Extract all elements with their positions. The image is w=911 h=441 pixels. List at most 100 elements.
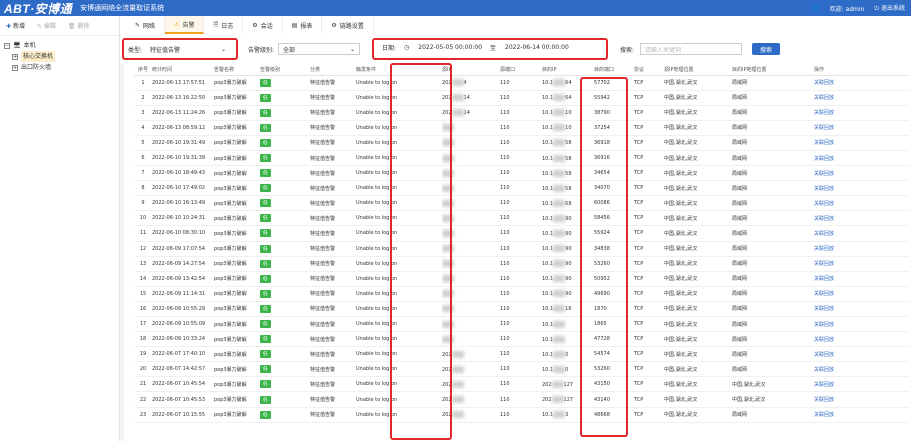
dst-ip-column-highlight <box>580 77 628 437</box>
row-dst-ip-prefix: 10.1 <box>542 336 554 343</box>
delete-device-button[interactable]: 🗑 删除 <box>68 21 90 30</box>
replay-link[interactable]: 关联回放 <box>814 306 834 312</box>
device-panel: ✚ 新增 ✎ 编辑 🗑 删除 − 🖥 本机 + 核心交换机 + 出口防火墙 <box>0 16 120 441</box>
replay-link[interactable]: 关联回放 <box>814 140 834 146</box>
row-alarm-name: pop3暴力破解 <box>214 170 247 177</box>
row-alarm-name: pop3暴力破解 <box>214 336 247 343</box>
search-button[interactable]: 搜索 <box>752 43 780 55</box>
type-filter-highlight <box>122 38 238 60</box>
table-row[interactable]: 17 2022-06-09 10:55:09 pop3暴力破解低特征值告警 Unabl… <box>134 316 909 333</box>
panel-scrollbar[interactable] <box>120 64 124 441</box>
replay-link[interactable]: 关联回放 <box>814 412 834 418</box>
row-dst-ip-suffix: 10 <box>565 125 572 132</box>
warning-icon: ⚠ <box>174 20 180 28</box>
collapse-icon[interactable]: − <box>4 42 10 49</box>
tab-report[interactable]: ▤ 报表 <box>283 16 323 34</box>
tree-item-label: 核心交换机 <box>21 51 56 62</box>
row-alarm-name: pop3暴力破解 <box>214 366 247 373</box>
table-row[interactable]: 14 2022-06-09 13:42:54 pop3暴力破解低特征值告警 Unabl… <box>134 271 909 287</box>
add-device-button[interactable]: ✚ 新增 <box>6 21 25 30</box>
table-row[interactable]: 3 2022-06-13 11:24:26 pop3暴力破解低特征值告警 Unable… <box>134 105 909 121</box>
table-row[interactable]: 23 2022-06-07 10:15:55 pop3暴力破解低特征值告警 Unabl… <box>134 407 909 423</box>
replay-link[interactable]: 关联回放 <box>814 322 834 328</box>
edit-device-button[interactable]: ✎ 编辑 <box>37 21 56 30</box>
replay-link[interactable]: 关联回放 <box>814 95 834 101</box>
table-row[interactable]: 9 2022-06-10 16:13:49 pop3暴力破解低特征值告警 Unable… <box>134 195 909 212</box>
table-row[interactable]: 20 2022-06-07 14:42:57 pop3暴力破解低特征值告警 Unabl… <box>134 361 909 378</box>
table-row[interactable]: 13 2022-06-09 14:27:54 pop3暴力破解低特征值告警 Unabl… <box>134 256 909 272</box>
tree-item-core-switch[interactable]: + 核心交换机 <box>4 51 115 62</box>
replay-link[interactable]: 关联回放 <box>814 261 834 267</box>
redacted-mask <box>553 139 566 147</box>
level-badge: 低 <box>260 259 271 268</box>
row-protocol: TCP <box>634 155 644 162</box>
table-row[interactable]: 7 2022-06-10 18:49:43 pop3暴力破解低特征值告警 Unable… <box>134 165 909 182</box>
level-select[interactable]: 全部 ⌄ <box>278 43 361 55</box>
search-input[interactable]: 请输入关键词 <box>640 43 743 55</box>
date-filter-highlight <box>372 38 608 60</box>
tab-log[interactable]: 🗎 日志 <box>204 16 244 34</box>
replay-link[interactable]: 关联回放 <box>814 367 834 373</box>
row-protocol: TCP <box>634 139 644 146</box>
redacted-mask <box>553 94 566 102</box>
table-row[interactable]: 19 2022-06-07 17:40:10 pop3暴力破解低特征值告警 Unabl… <box>134 346 909 363</box>
tree-root[interactable]: − 🖥 本机 <box>4 40 115 51</box>
table-row[interactable]: 2 2022-06-13 16:22:50 pop3暴力破解低特征值告警 Unable… <box>134 90 909 106</box>
replay-link[interactable]: 关联回放 <box>814 156 834 162</box>
replay-link[interactable]: 关联回放 <box>814 397 834 403</box>
replay-link[interactable]: 关联回放 <box>814 171 834 177</box>
replay-link[interactable]: 关联回放 <box>814 291 834 297</box>
table-row[interactable]: 21 2022-06-07 10:45:54 pop3暴力破解低特征值告警 Unabl… <box>134 376 909 393</box>
expand-icon[interactable]: + <box>12 53 18 60</box>
row-dst-ip-prefix: 10.1 <box>542 366 554 373</box>
row-protocol: TCP <box>634 215 644 222</box>
row-protocol: TCP <box>634 245 644 252</box>
table-row[interactable]: 10 2022-06-10 10:24:31 pop3暴力破解低特征值告警 Unabl… <box>134 210 909 227</box>
table-row[interactable]: 22 2022-06-07 10:45:53 pop3暴力破解低特征值告警 Unabl… <box>134 391 909 408</box>
replay-link[interactable]: 关联回放 <box>814 186 834 192</box>
search-label: 搜索: <box>620 46 635 54</box>
redacted-mask <box>553 109 566 117</box>
row-time: 2022-06-13 16:22:50 <box>152 94 206 101</box>
row-index: 13 <box>139 260 147 267</box>
row-dst-geo: 中国,湖北,武汉 <box>732 397 766 404</box>
replay-link[interactable]: 关联回放 <box>814 125 834 131</box>
redacted-mask <box>553 290 566 298</box>
table-row[interactable]: 15 2022-06-09 11:14:31 pop3暴力破解低特征值告警 Unabl… <box>134 286 909 302</box>
replay-link[interactable]: 关联回放 <box>814 110 834 116</box>
row-dst-geo: 局域网 <box>732 306 748 313</box>
logout-button[interactable]: ⏻ 退出系统 <box>874 3 905 13</box>
tab-alarm[interactable]: ⚠ 告警 <box>165 16 205 34</box>
replay-link[interactable]: 关联回放 <box>814 337 834 343</box>
table-row[interactable]: 8 2022-06-10 17:49:02 pop3暴力破解低特征值告警 Unable… <box>134 180 909 197</box>
table-row[interactable]: 16 2022-06-09 10:55:29 pop3暴力破解低特征值告警 Unabl… <box>134 301 909 318</box>
tab-network[interactable]: ✎ 网络 <box>126 16 166 34</box>
replay-link[interactable]: 关联回放 <box>814 80 834 86</box>
table-row[interactable]: 4 2022-06-13 08:59:12 pop3暴力破解低特征值告警 Unable… <box>134 120 909 136</box>
replay-link[interactable]: 关联回放 <box>814 352 834 358</box>
replay-link[interactable]: 关联回放 <box>814 216 834 222</box>
table-row[interactable]: 18 2022-06-09 10:33:24 pop3暴力破解低特征值告警 Unabl… <box>134 331 909 348</box>
row-src-port: 110 <box>500 290 510 297</box>
row-dst-geo: 局域网 <box>732 276 748 283</box>
replay-link[interactable]: 关联回放 <box>814 201 834 207</box>
replay-link[interactable]: 关联回放 <box>814 276 834 282</box>
tab-session[interactable]: ⚙ 会话 <box>243 16 283 34</box>
tree-item-firewall[interactable]: + 出口防火墙 <box>4 62 115 73</box>
replay-link[interactable]: 关联回放 <box>814 382 834 388</box>
row-time: 2022-06-07 14:42:57 <box>152 366 206 373</box>
tree-root-label: 本机 <box>23 42 36 49</box>
replay-link[interactable]: 关联回放 <box>814 246 834 252</box>
table-row[interactable]: 1 2022-06-13 17:57:51 pop3暴力破解低特征值告警 Unable… <box>134 75 909 91</box>
tab-link-settings[interactable]: ⚙ 链路设置 <box>322 16 374 34</box>
table-row[interactable]: 5 2022-06-10 19:31:49 pop3暴力破解低特征值告警 Unable… <box>134 135 909 151</box>
row-dst-ip-prefix: 10.1 <box>542 291 554 298</box>
replay-link[interactable]: 关联回放 <box>814 231 834 237</box>
table-row[interactable]: 11 2022-06-10 08:30:10 pop3暴力破解低特征值告警 Unabl… <box>134 225 909 242</box>
search-filter: 搜索: 请输入关键词 <box>620 43 743 55</box>
row-dst-ip-prefix: 10.1 <box>542 170 554 177</box>
expand-icon[interactable]: + <box>12 64 18 71</box>
table-row[interactable]: 12 2022-06-09 17:07:54 pop3暴力破解低特征值告警 Unabl… <box>134 241 909 257</box>
table-row[interactable]: 6 2022-06-10 19:31:39 pop3暴力破解低特征值告警 Unable… <box>134 150 909 167</box>
row-index: 12 <box>139 245 147 252</box>
